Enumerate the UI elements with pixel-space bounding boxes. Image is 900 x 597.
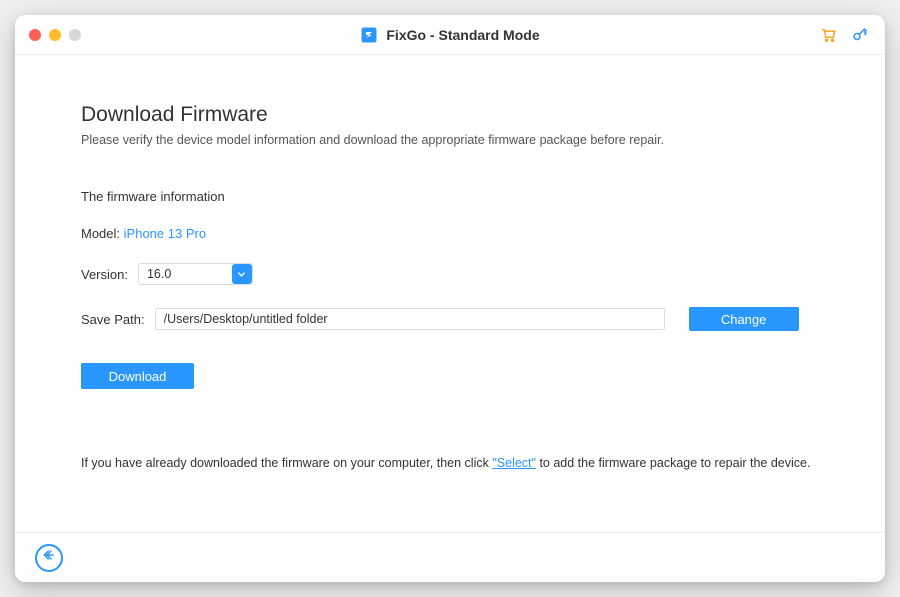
- footer: [15, 532, 885, 582]
- page-title: Download Firmware: [81, 103, 819, 127]
- model-value: iPhone 13 Pro: [124, 226, 206, 241]
- version-row: Version: 16.0: [81, 263, 819, 285]
- already-prefix: If you have already downloaded the firmw…: [81, 456, 492, 470]
- savepath-input[interactable]: [155, 308, 665, 330]
- key-icon[interactable]: [851, 26, 869, 44]
- version-value: 16.0: [147, 267, 171, 281]
- arrow-left-icon: [41, 547, 57, 568]
- window-maximize-button[interactable]: [69, 29, 81, 41]
- app-window: FixGo - Standard Mode Download Firmware …: [15, 15, 885, 582]
- already-suffix: to add the firmware package to repair th…: [539, 456, 810, 470]
- titlebar: FixGo - Standard Mode: [15, 15, 885, 55]
- version-label: Version:: [81, 267, 128, 282]
- download-button[interactable]: Download: [81, 363, 194, 389]
- window-minimize-button[interactable]: [49, 29, 61, 41]
- window-title-text: FixGo - Standard Mode: [386, 27, 539, 43]
- model-row: Model: iPhone 13 Pro: [81, 226, 819, 241]
- savepath-row: Save Path: Change: [81, 307, 819, 331]
- page-subtitle: Please verify the device model informati…: [81, 133, 819, 147]
- traffic-lights: [15, 29, 81, 41]
- savepath-label: Save Path:: [81, 312, 145, 327]
- titlebar-right: [819, 26, 885, 44]
- content-area: Download Firmware Please verify the devi…: [15, 55, 885, 532]
- version-select[interactable]: 16.0: [138, 263, 253, 285]
- chevron-down-icon: [232, 264, 252, 284]
- already-downloaded-text: If you have already downloaded the firmw…: [81, 456, 810, 470]
- window-close-button[interactable]: [29, 29, 41, 41]
- select-link[interactable]: "Select": [492, 456, 536, 470]
- cart-icon[interactable]: [819, 26, 837, 44]
- firmware-section-title: The firmware information: [81, 189, 819, 204]
- back-button[interactable]: [35, 544, 63, 572]
- change-button[interactable]: Change: [689, 307, 799, 331]
- app-logo-icon: [360, 26, 378, 44]
- model-label: Model:: [81, 226, 120, 241]
- window-title: FixGo - Standard Mode: [15, 26, 885, 44]
